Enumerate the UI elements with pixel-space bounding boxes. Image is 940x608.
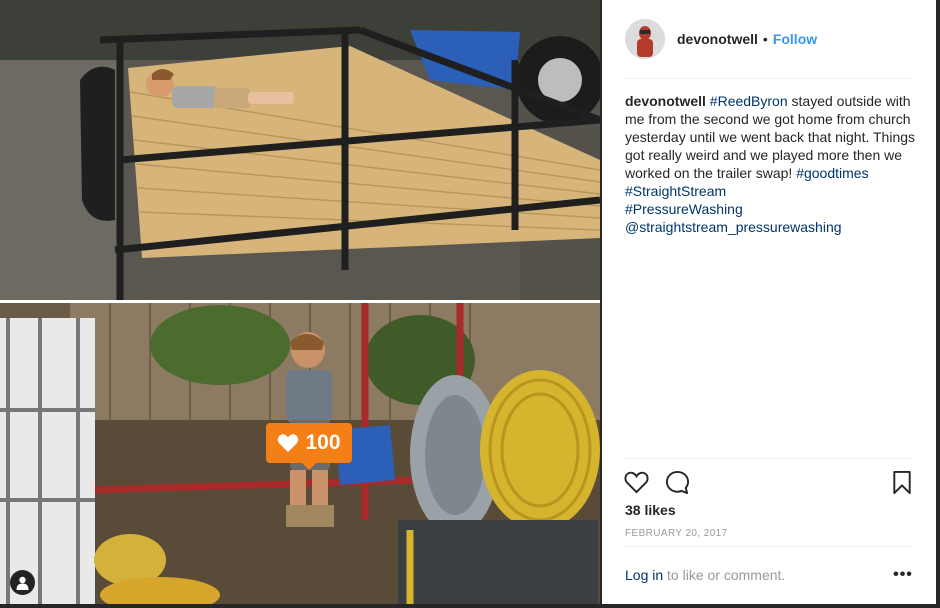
- bookmark-icon: [893, 470, 911, 494]
- login-prompt: Log in to like or comment.: [625, 567, 785, 583]
- username-link[interactable]: devonotwell: [677, 31, 758, 47]
- hashtag-link[interactable]: #StraightStream: [625, 183, 726, 199]
- post-header: devonotwell • Follow: [602, 0, 936, 78]
- post-date[interactable]: FEBRUARY 20, 2017: [625, 528, 728, 539]
- divider: [622, 78, 912, 79]
- avatar-image: [625, 19, 665, 59]
- follow-button[interactable]: Follow: [773, 31, 817, 47]
- photo-collage: [0, 0, 600, 604]
- mention-link[interactable]: @straightstream_pressurewashing: [625, 219, 842, 235]
- separator-dot: •: [762, 31, 768, 47]
- login-link[interactable]: Log in: [625, 567, 663, 583]
- login-prompt-text: to like or comment.: [663, 567, 786, 583]
- post-photo[interactable]: 100: [0, 0, 600, 604]
- likes-badge: 100: [266, 423, 352, 470]
- divider: [622, 458, 912, 459]
- heart-icon: [278, 434, 299, 453]
- likes-badge-count: 100: [305, 431, 341, 454]
- heart-icon: [623, 471, 649, 493]
- caption-username-link[interactable]: devonotwell: [625, 93, 706, 109]
- post-caption: devonotwell #ReedByron stayed outside wi…: [625, 92, 917, 236]
- comment-button[interactable]: [663, 468, 691, 496]
- user-tag-icon: [16, 576, 29, 590]
- instagram-post-modal: 100 devonotwell • Follow devonotwell #Re…: [0, 0, 940, 608]
- post-details-panel: devonotwell • Follow devonotwell #ReedBy…: [602, 0, 936, 604]
- save-button[interactable]: [888, 468, 916, 496]
- hashtag-link[interactable]: #PressureWashing: [625, 201, 743, 217]
- comment-icon: [665, 470, 689, 494]
- like-button[interactable]: [622, 468, 650, 496]
- hashtag-link[interactable]: #goodtimes: [796, 165, 868, 181]
- divider: [622, 546, 912, 547]
- hashtag-link[interactable]: #ReedByron: [710, 93, 788, 109]
- user-tag-button[interactable]: [10, 570, 35, 595]
- avatar[interactable]: [625, 19, 665, 59]
- likes-count[interactable]: 38 likes: [625, 502, 676, 518]
- more-options-icon[interactable]: •••: [891, 566, 915, 584]
- post-actions: [622, 466, 916, 496]
